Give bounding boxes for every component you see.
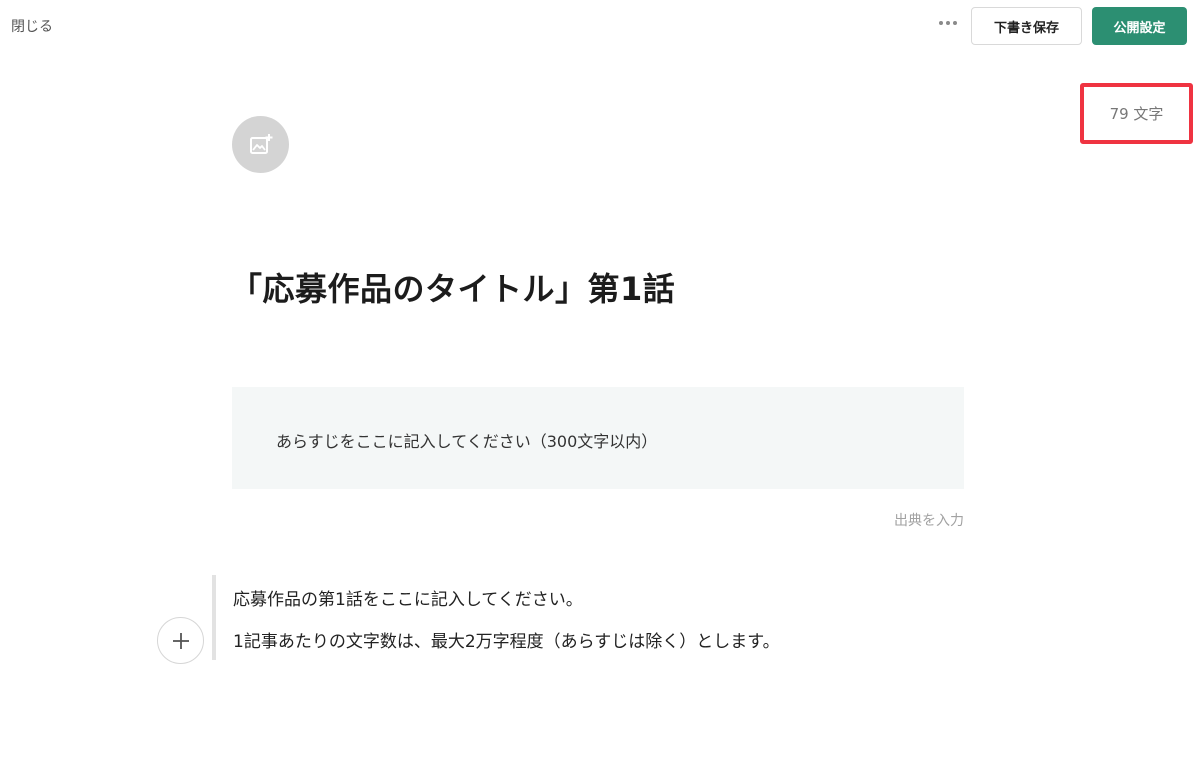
character-count: 79 文字 — [1080, 83, 1193, 144]
plus-icon — [172, 632, 189, 649]
synopsis-text: あらすじをここに記入してください（300文字以内） — [276, 432, 658, 451]
body-quote-bar — [212, 575, 216, 660]
character-count-text: 79 文字 — [1109, 105, 1164, 123]
source-input[interactable]: 出典を入力 — [894, 510, 964, 530]
add-block-button[interactable] — [157, 617, 204, 664]
publish-settings-button[interactable]: 公開設定 — [1092, 7, 1187, 45]
save-draft-button[interactable]: 下書き保存 — [971, 7, 1082, 45]
more-options-button[interactable] — [935, 13, 961, 33]
add-header-image-button[interactable] — [232, 116, 289, 173]
more-dots-icon — [953, 21, 957, 25]
more-dots-icon — [939, 21, 943, 25]
more-dots-icon — [946, 21, 950, 25]
body-paragraph-1[interactable]: 応募作品の第1話をここに記入してください。 — [233, 585, 583, 610]
close-button[interactable]: 閉じる — [11, 16, 53, 36]
body-paragraph-2[interactable]: 1記事あたりの文字数は、最大2万字程度（あらすじは除く）とします。 — [233, 627, 780, 652]
image-add-icon — [249, 133, 272, 154]
top-bar: 閉じる 下書き保存 公開設定 — [0, 0, 1200, 52]
article-title[interactable]: 「応募作品のタイトル」第1話 — [230, 264, 675, 310]
synopsis-block[interactable]: あらすじをここに記入してください（300文字以内） — [232, 387, 964, 489]
